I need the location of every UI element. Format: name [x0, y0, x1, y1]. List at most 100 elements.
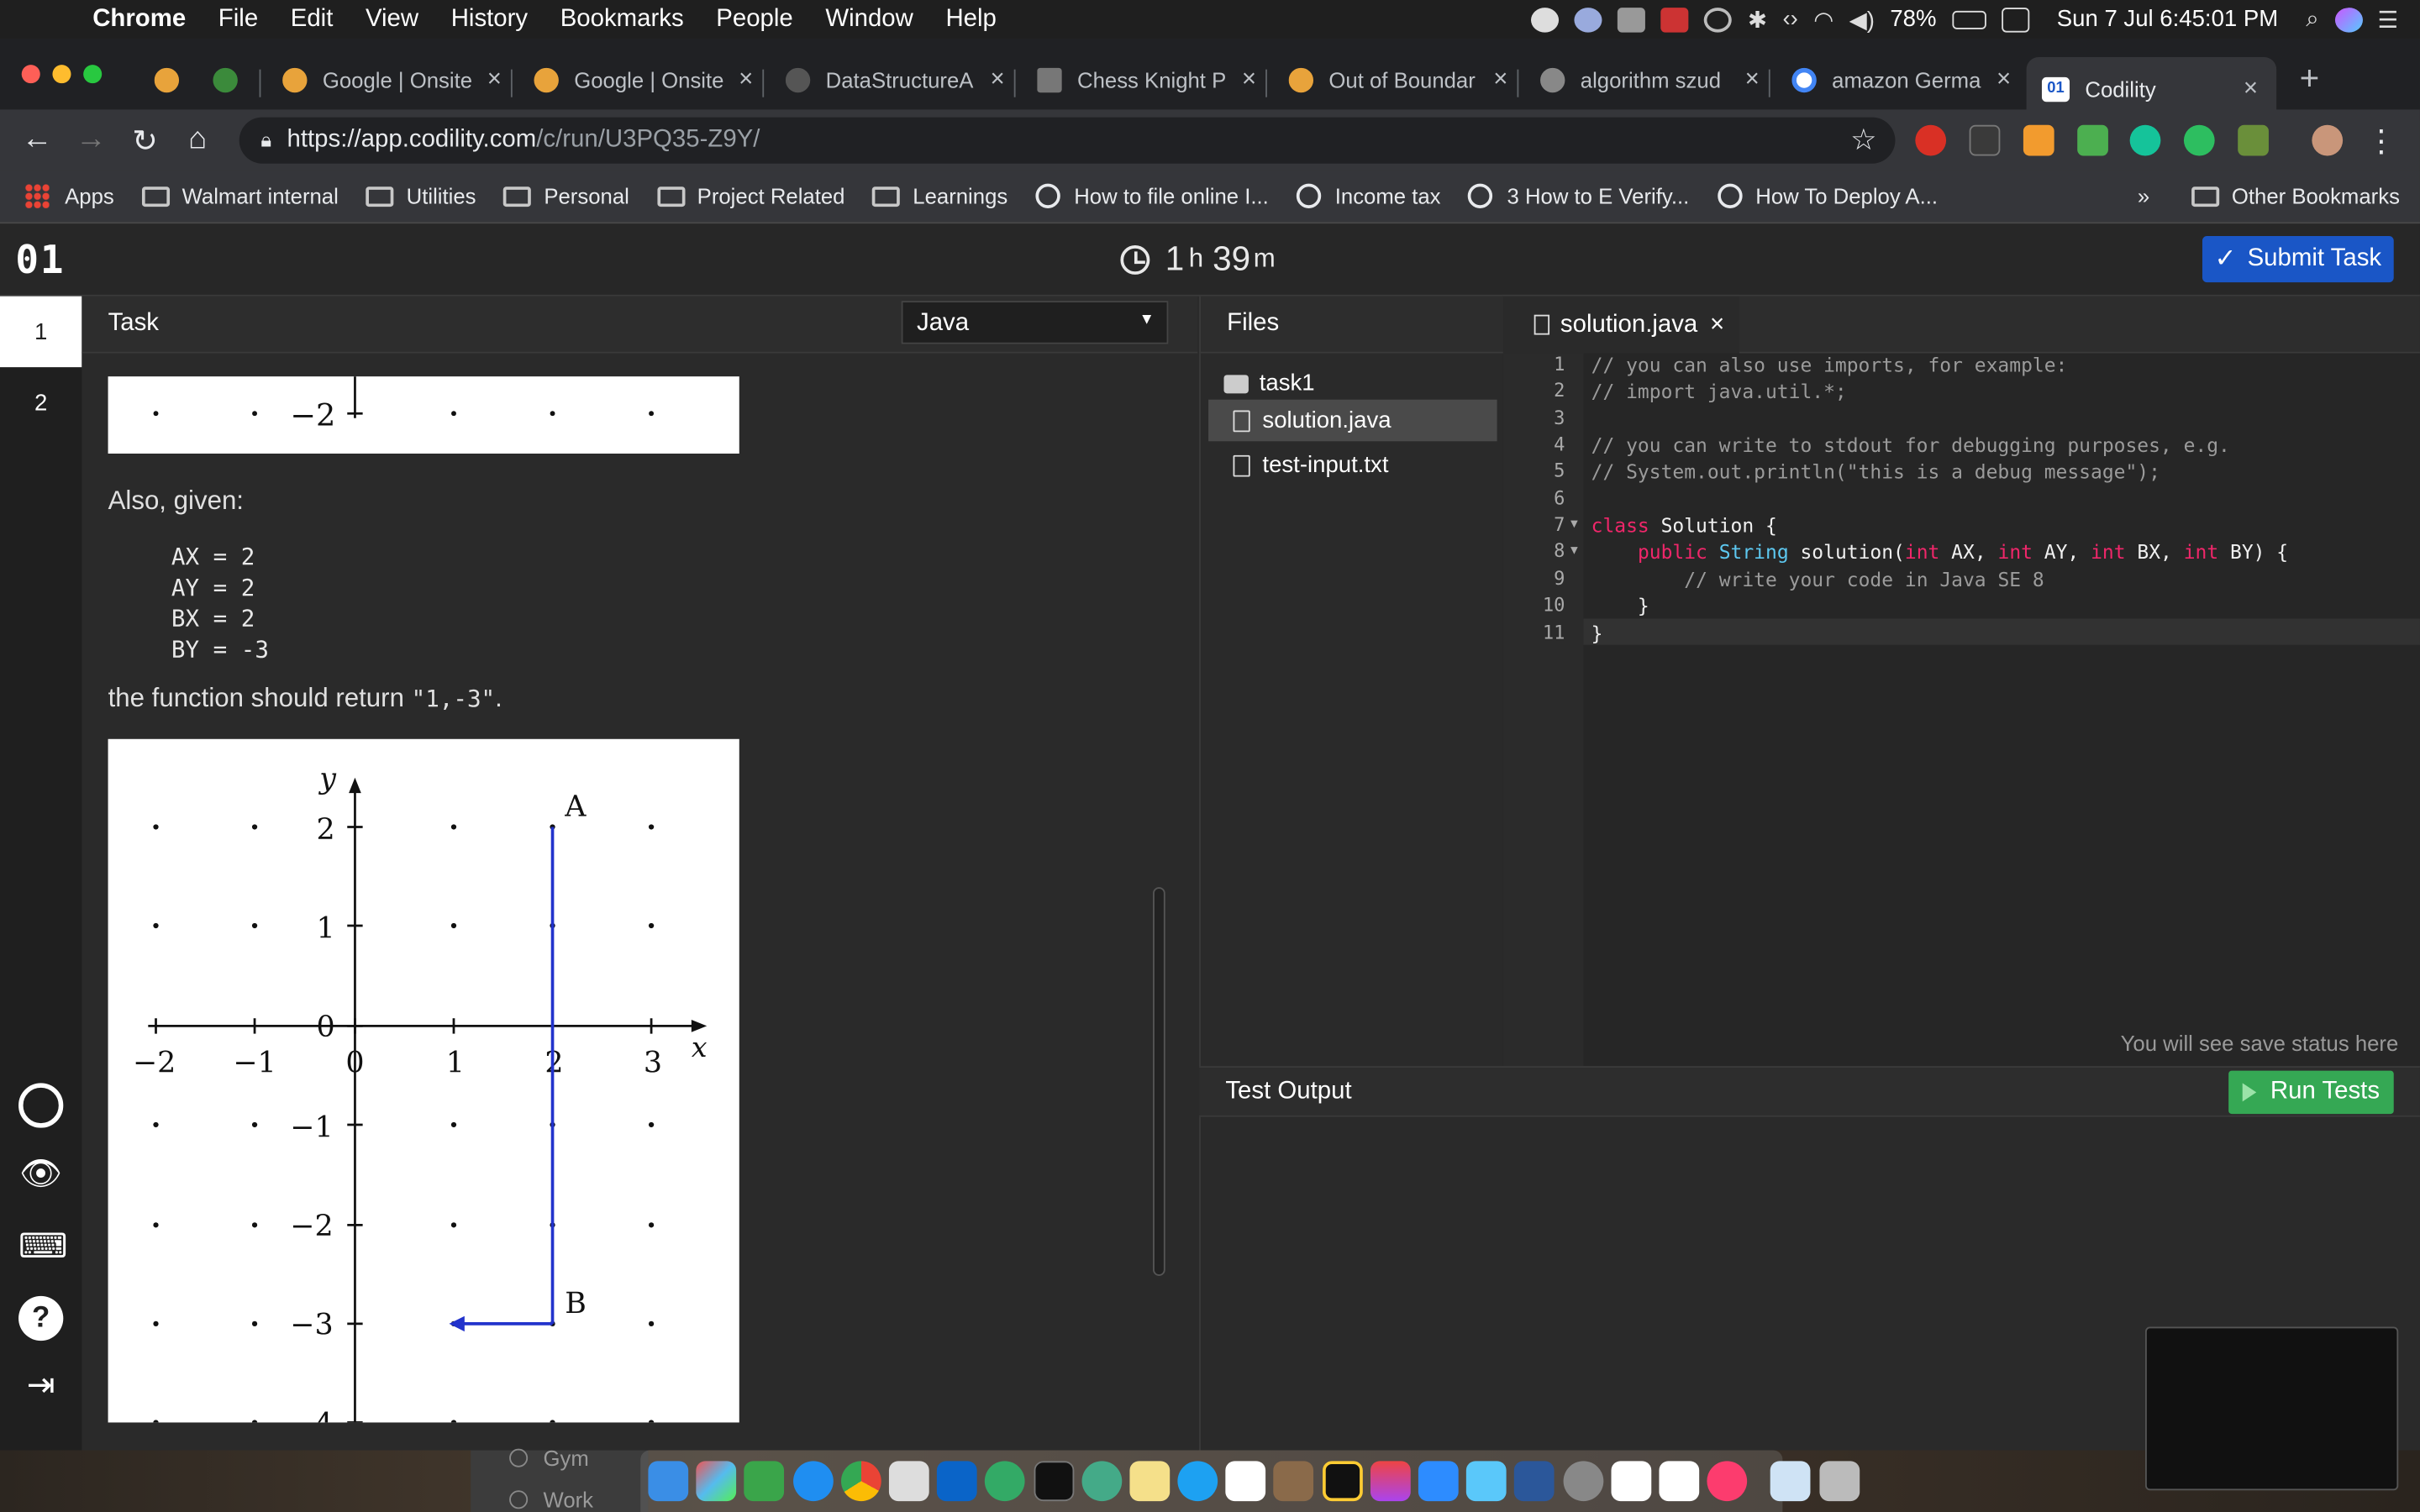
bookmark-folder-utilities[interactable]: Utilities	[366, 184, 476, 208]
task-number-1[interactable]: 1	[0, 296, 82, 368]
folder-task1[interactable]: task1	[1208, 363, 1497, 405]
trash-icon[interactable]	[1818, 1461, 1860, 1502]
launchpad-icon[interactable]	[696, 1461, 737, 1502]
task-scrollbar[interactable]	[1153, 887, 1165, 1276]
word-icon[interactable]	[1514, 1461, 1555, 1502]
eye-icon[interactable]: 👁︎	[18, 1154, 63, 1199]
back-icon[interactable]: ←	[20, 122, 54, 157]
menu-window[interactable]: Window	[825, 5, 913, 33]
extension-icon[interactable]	[2238, 124, 2269, 156]
menu-view[interactable]: View	[366, 5, 418, 33]
close-tab-icon[interactable]: ×	[739, 66, 753, 94]
input-source-icon[interactable]	[2001, 7, 2029, 32]
menubar-clock[interactable]: Sun 7 Jul 6:45:01 PM	[2057, 6, 2278, 32]
zoom-icon[interactable]	[1418, 1461, 1459, 1502]
tab-chess-knight[interactable]: Chess Knight P ×	[1037, 57, 1256, 103]
close-tab-icon[interactable]: ×	[1493, 66, 1507, 94]
mail-icon[interactable]	[888, 1461, 929, 1502]
app-icon[interactable]	[1370, 1461, 1411, 1502]
bookmark-star-icon[interactable]: ☆	[1850, 123, 1876, 159]
grammarly-icon[interactable]	[2129, 124, 2161, 156]
globe-app-icon[interactable]	[985, 1461, 1026, 1502]
app-status-icon[interactable]	[1618, 7, 1646, 32]
intellij-icon[interactable]	[1322, 1461, 1363, 1502]
bookmark-folder-project[interactable]: Project Related	[656, 184, 844, 208]
calendar-icon[interactable]	[1659, 1461, 1700, 1502]
chrome-menu-icon[interactable]: ⋮	[2365, 122, 2398, 160]
bookmark-other[interactable]: Other Bookmarks	[2191, 184, 2400, 208]
forward-icon[interactable]: →	[74, 122, 108, 157]
close-tab-icon[interactable]: ×	[487, 66, 502, 94]
run-tests-button[interactable]: Run Tests	[2228, 1070, 2394, 1115]
bookmark-folder-walmart[interactable]: Walmart internal	[141, 184, 339, 208]
bookmark-link-e-verify[interactable]: 3 How to E Verify...	[1468, 183, 1689, 208]
menu-bookmarks[interactable]: Bookmarks	[560, 5, 684, 33]
evernote-status-icon[interactable]	[1531, 7, 1560, 32]
bookmark-link-file-online[interactable]: How to file online I...	[1035, 183, 1269, 208]
atom-icon[interactable]	[1081, 1461, 1122, 1502]
tab-google-onsite-1[interactable]: Google | Onsite ×	[282, 57, 502, 103]
close-tab-icon[interactable]: ×	[991, 66, 1005, 94]
file-test-input[interactable]: test-input.txt	[1208, 444, 1497, 486]
slack-icon[interactable]	[1225, 1461, 1266, 1502]
cloud-icon[interactable]	[1466, 1461, 1507, 1502]
file-solution-java[interactable]: solution.java	[1208, 399, 1497, 442]
adblock-icon[interactable]	[1915, 124, 1947, 156]
close-tab-icon[interactable]: ×	[1745, 66, 1760, 94]
tab-google-onsite-2[interactable]: Google | Onsite ×	[534, 57, 753, 103]
tab-pinned-2[interactable]	[213, 57, 246, 103]
bluetooth-icon[interactable]: ✱	[1748, 5, 1767, 33]
tab-pinned-1[interactable]	[154, 57, 188, 103]
close-window-icon[interactable]	[21, 65, 40, 84]
list-item-gym[interactable]: Gym	[509, 1446, 589, 1470]
tab-algorithm[interactable]: algorithm szud ×	[1540, 57, 1760, 103]
keyboard-icon[interactable]: ⌨︎	[18, 1226, 67, 1271]
minimize-window-icon[interactable]	[52, 65, 71, 84]
bookmarks-overflow-icon[interactable]: »	[2138, 184, 2149, 208]
outlook-icon[interactable]	[937, 1461, 977, 1502]
notification-center-icon[interactable]: ☰	[2378, 5, 2399, 33]
submit-task-button[interactable]: ✓ Submit Task	[2202, 236, 2394, 283]
volume-icon[interactable]: ◀︎)	[1849, 5, 1875, 33]
menu-file[interactable]: File	[218, 5, 258, 33]
fold-arrow-icon[interactable]: ▼	[1568, 543, 1581, 558]
music-icon[interactable]	[1707, 1461, 1748, 1502]
menu-app-name[interactable]: Chrome	[92, 5, 186, 33]
code-status-icon[interactable]: ‹›	[1782, 6, 1797, 32]
close-tab-icon[interactable]: ×	[1996, 66, 2011, 94]
chrome-icon[interactable]	[840, 1461, 881, 1502]
battery-percent[interactable]: 78%	[1890, 6, 1936, 32]
question-icon[interactable]: ?	[18, 1295, 64, 1341]
editor-tab-solution[interactable]: solution.java ×	[1502, 296, 1739, 354]
list-item-work[interactable]: Work	[509, 1488, 593, 1512]
exit-icon[interactable]: ⇥	[18, 1365, 63, 1410]
tab-amazon-germany[interactable]: amazon Germa ×	[1791, 57, 2011, 103]
task-number-2[interactable]: 2	[0, 367, 82, 438]
search-status-icon[interactable]	[1704, 7, 1733, 32]
wifi-icon[interactable]: ◠	[1813, 5, 1833, 33]
cors-icon[interactable]	[2077, 124, 2108, 156]
tab-out-of-boundary[interactable]: Out of Boundar ×	[1288, 57, 1507, 103]
tab-datastructure[interactable]: DataStructureA ×	[785, 57, 1005, 103]
address-bar[interactable]: 🔒︎ https://app.codility.com/c/run/U3PQ35…	[239, 117, 1896, 164]
code-editor[interactable]: 1 2 3 4 5 6 7 8 9 10 11 ▼ ▼ // you can a…	[1502, 353, 2420, 1067]
reminders-icon[interactable]	[1611, 1461, 1651, 1502]
globe-status-icon[interactable]	[1575, 7, 1603, 32]
bookmark-link-income-tax[interactable]: Income tax	[1296, 183, 1441, 208]
close-tab-icon[interactable]: ×	[1242, 66, 1256, 94]
archive-icon[interactable]	[1274, 1461, 1314, 1502]
bookmark-apps[interactable]: Apps	[24, 183, 114, 208]
extension-icon[interactable]	[2023, 124, 2054, 156]
safari-icon[interactable]	[792, 1461, 834, 1502]
bookmark-link-deploy[interactable]: How To Deploy A...	[1717, 183, 1938, 208]
menu-help[interactable]: Help	[945, 5, 996, 33]
screenshot-thumbnail[interactable]	[2145, 1326, 2399, 1491]
menu-edit[interactable]: Edit	[291, 5, 334, 33]
new-tab-icon[interactable]: +	[2300, 59, 2320, 99]
language-select[interactable]: Java ▼	[901, 301, 1169, 344]
siri-icon[interactable]	[2334, 7, 2363, 32]
evernote-icon[interactable]	[2183, 124, 2215, 156]
help-lifebuoy-icon[interactable]	[18, 1083, 64, 1128]
bookmark-folder-learnings[interactable]: Learnings	[872, 184, 1007, 208]
spotlight-icon[interactable]: ⌕	[2306, 6, 2318, 32]
